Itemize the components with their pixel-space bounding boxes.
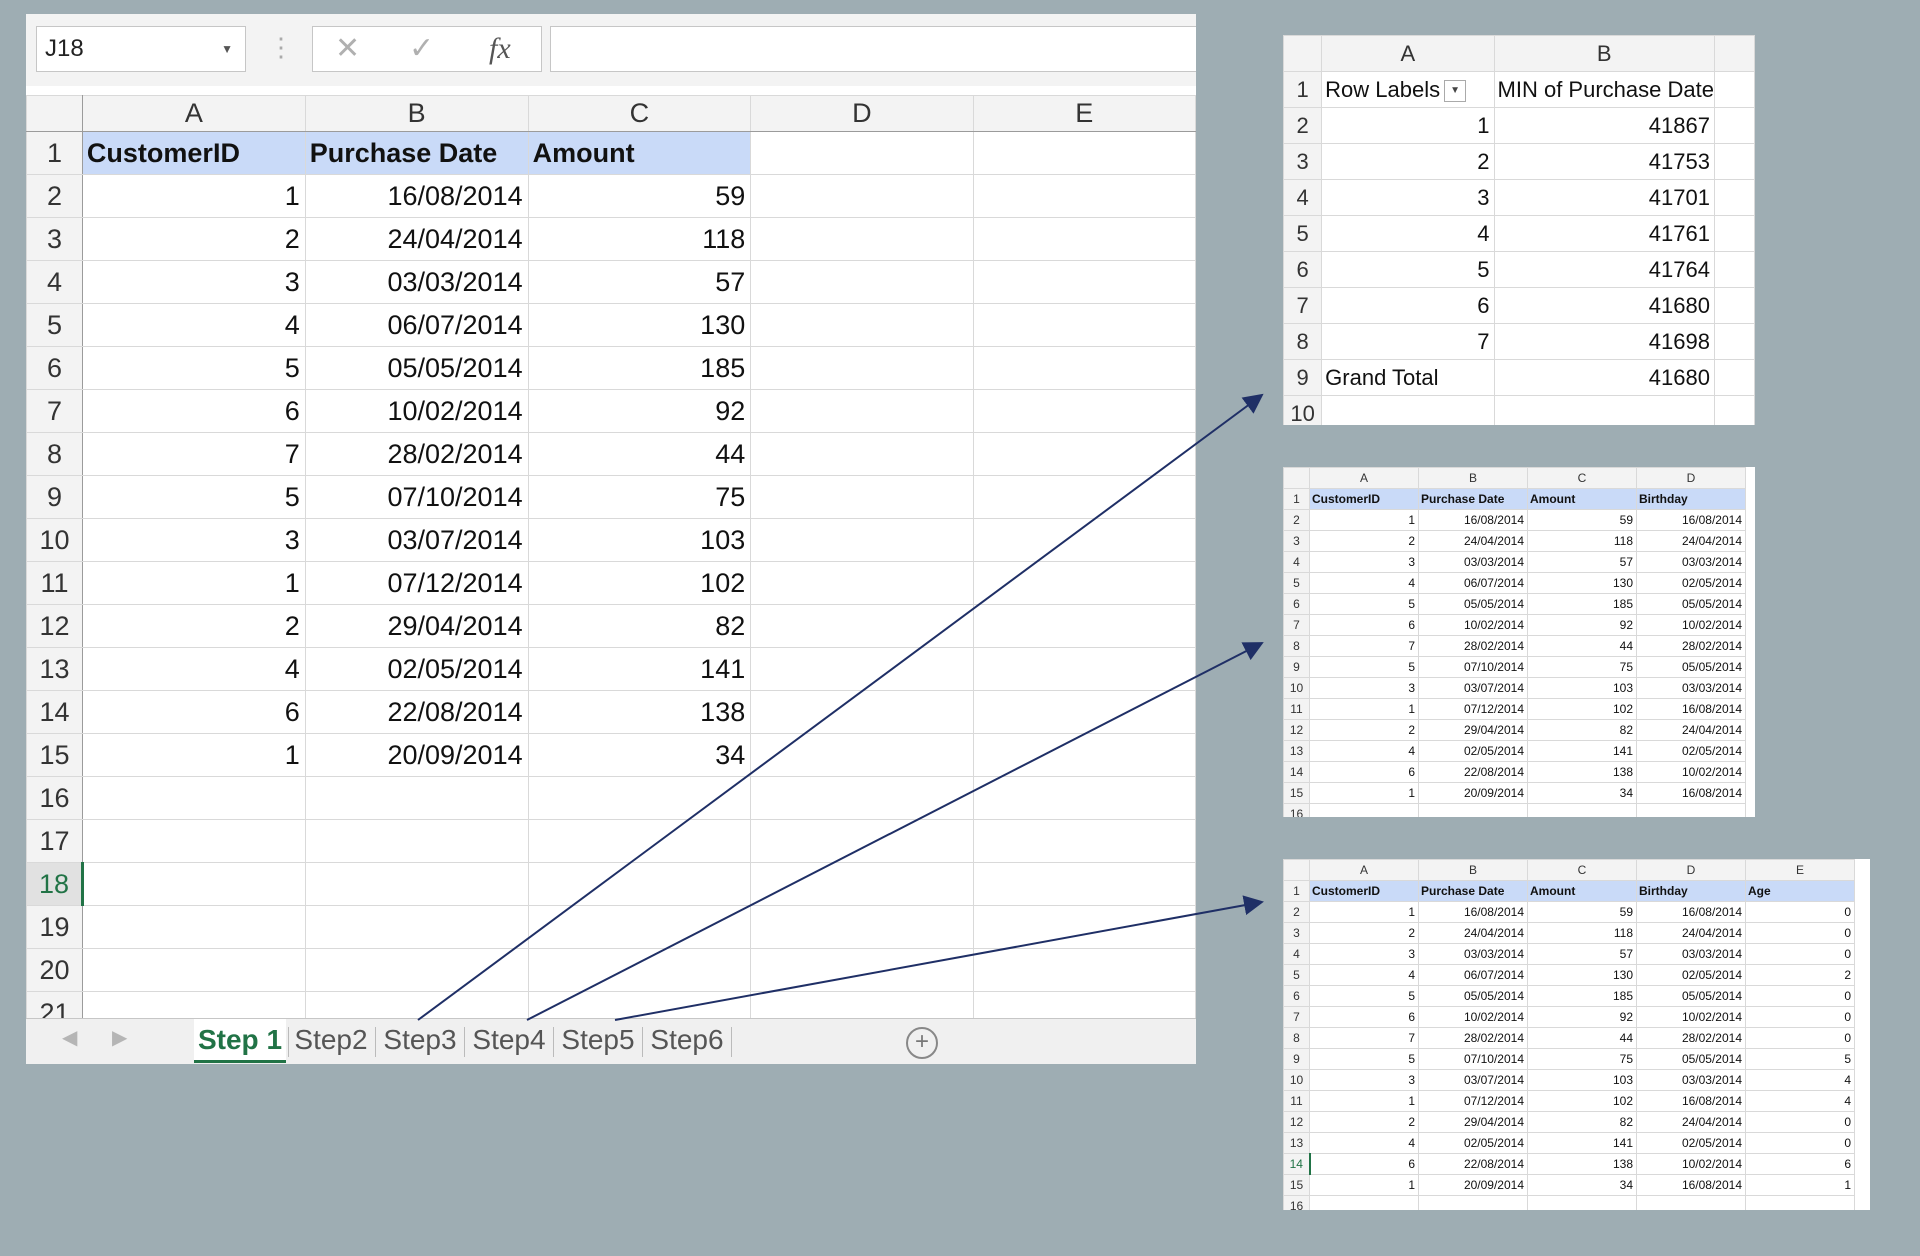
arrow-to-age-sheet <box>614 895 1264 1021</box>
arrow-to-birthday-sheet <box>526 642 1264 1021</box>
connector-arrows <box>417 393 1264 1021</box>
